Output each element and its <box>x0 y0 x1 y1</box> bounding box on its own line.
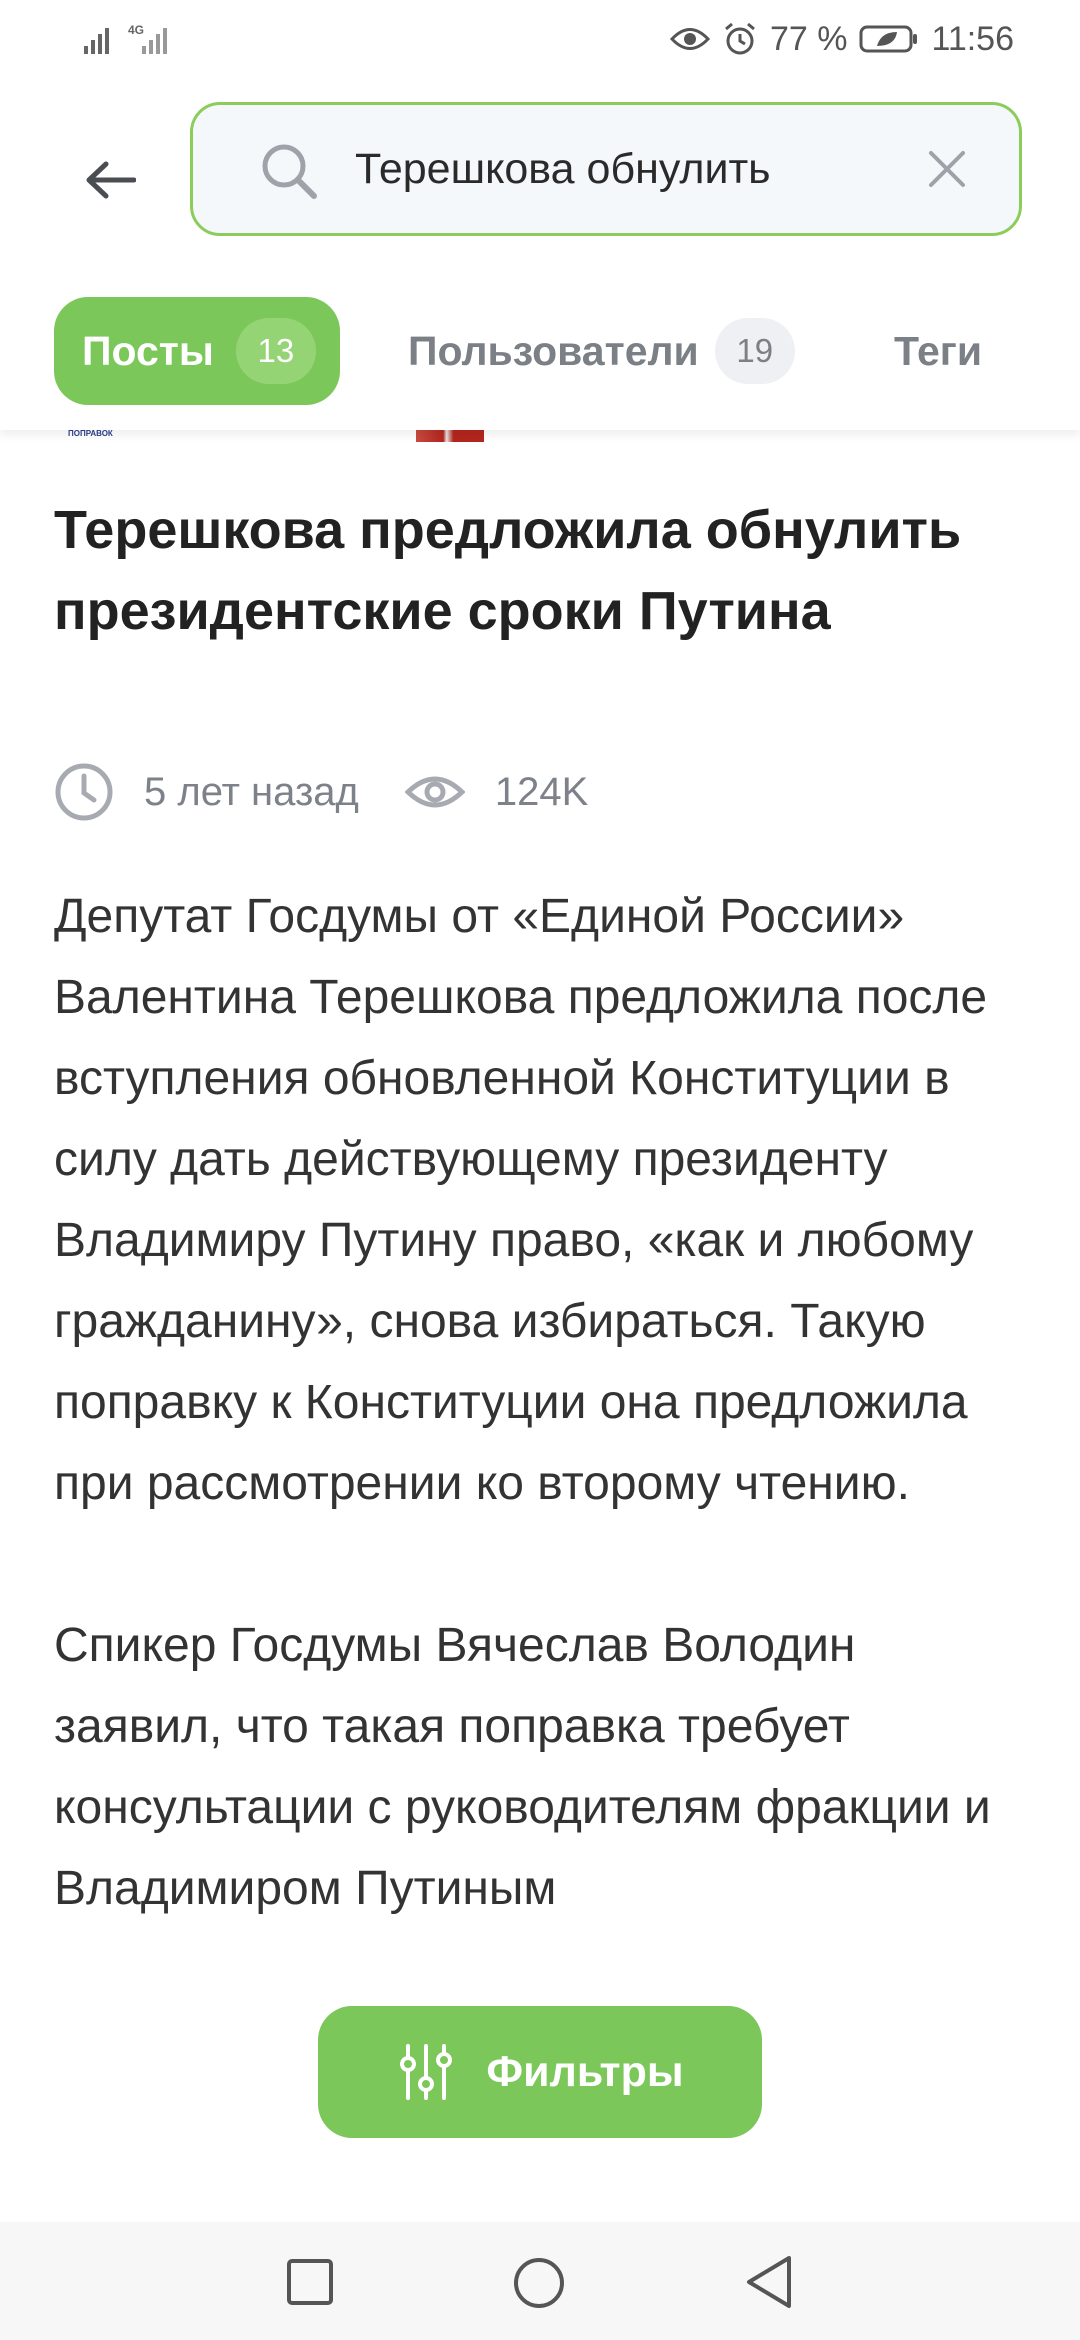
back-arrow-icon <box>86 161 136 199</box>
search-query: Терешкова обнулить <box>355 145 771 193</box>
battery-percent: 77 % <box>769 19 848 58</box>
article-views: 124K <box>494 769 589 814</box>
alarm-icon <box>722 21 758 57</box>
tab-posts[interactable]: Посты 13 <box>54 297 340 405</box>
tab-users-count: 19 <box>714 318 795 384</box>
article-meta: 5 лет назад 124K <box>54 757 588 827</box>
signal-icon: 4G <box>82 18 182 63</box>
tab-tags-label: Теги <box>894 327 983 374</box>
article-time: 5 лет назад <box>144 769 359 814</box>
system-nav-bar <box>0 2222 1080 2340</box>
search-input[interactable]: Терешкова обнулить <box>190 102 1022 236</box>
clock-icon <box>54 762 114 822</box>
views-icon <box>404 772 465 812</box>
article-paragraph: Депутат Госдумы от «Единой России» Вален… <box>54 890 988 1510</box>
article-title[interactable]: Терешкова предложила обнулить президентс… <box>54 490 1014 652</box>
tab-posts-label: Посты <box>82 327 214 374</box>
eye-icon <box>669 24 710 54</box>
search-header: Терешкова обнулить Посты 13 Пользователи… <box>0 80 1080 430</box>
tab-users[interactable]: Пользователи 19 <box>408 297 795 405</box>
search-icon <box>259 141 319 206</box>
home-icon[interactable] <box>512 2256 566 2315</box>
battery-icon <box>859 24 919 54</box>
sliders-icon <box>400 2044 453 2100</box>
article-photo-image <box>416 430 484 442</box>
tab-posts-count: 13 <box>235 318 316 384</box>
network-type: 4G <box>128 23 144 37</box>
clear-icon[interactable] <box>927 149 967 194</box>
back-icon[interactable] <box>744 2254 794 2315</box>
filters-label: Фильтры <box>486 2047 684 2096</box>
article-body: Депутат Госдумы от «Единой России» Вален… <box>54 876 1034 2010</box>
tab-users-label: Пользователи <box>408 327 699 374</box>
tab-tags[interactable]: Теги <box>894 297 982 405</box>
back-button[interactable] <box>70 140 150 220</box>
filters-button[interactable]: Фильтры <box>318 2006 762 2138</box>
article-logo-image: ПОПРАВОК <box>68 430 113 438</box>
recent-apps-icon[interactable] <box>286 2258 334 2311</box>
clock-time: 11:56 <box>931 19 1014 58</box>
article-paragraph: Спикер Госдумы Вячеслав Володин заявил, … <box>54 1619 991 1915</box>
status-bar: 4G 77 % 11:56 <box>0 0 1080 80</box>
